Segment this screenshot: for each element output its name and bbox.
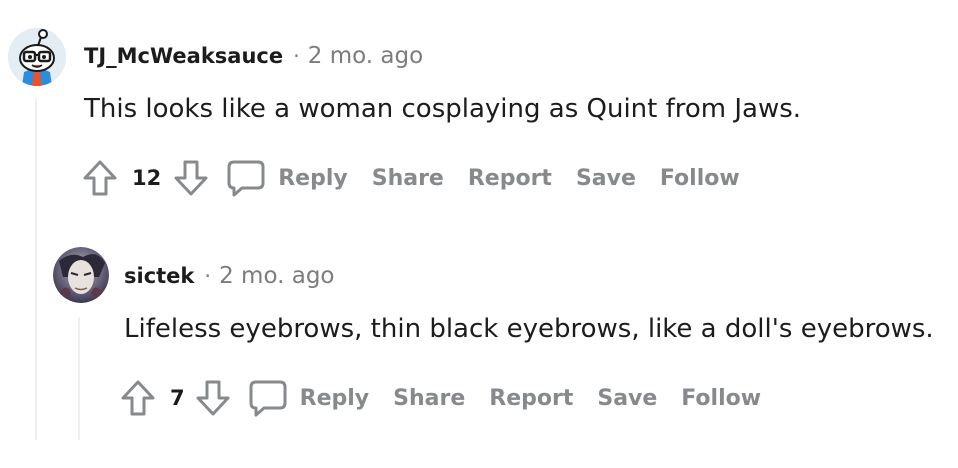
comment-bubble-icon[interactable] xyxy=(247,377,289,419)
avatar[interactable] xyxy=(53,247,109,303)
reply-button[interactable]: Reply xyxy=(278,166,348,191)
downvote-icon[interactable] xyxy=(171,158,211,198)
comment-actions: 12 Reply Share Report Save Follow xyxy=(80,156,740,200)
separator-dot: · xyxy=(293,44,300,68)
user-avatar-icon xyxy=(53,247,109,303)
timestamp[interactable]: 2 mo. ago xyxy=(308,43,423,69)
avatar[interactable] xyxy=(8,28,66,86)
follow-button[interactable]: Follow xyxy=(681,386,761,411)
save-button[interactable]: Save xyxy=(576,166,636,191)
save-button[interactable]: Save xyxy=(597,386,657,411)
timestamp[interactable]: 2 mo. ago xyxy=(219,263,334,289)
share-button[interactable]: Share xyxy=(372,166,444,191)
comment-bubble-icon[interactable] xyxy=(225,157,267,199)
username[interactable]: sictek xyxy=(124,264,194,288)
thread-line-reply[interactable] xyxy=(78,318,80,440)
comment-body: This looks like a woman cosplaying as Qu… xyxy=(84,94,802,124)
share-button[interactable]: Share xyxy=(393,386,465,411)
thread-line[interactable] xyxy=(35,98,37,440)
upvote-icon[interactable] xyxy=(80,158,120,198)
follow-button[interactable]: Follow xyxy=(660,166,740,191)
separator-dot: · xyxy=(204,264,212,288)
comment-header: TJ_McWeaksauce · 2 mo. ago xyxy=(84,43,423,69)
comment-header: sictek · 2 mo. ago xyxy=(124,263,335,289)
vote-count: 7 xyxy=(170,386,185,410)
username[interactable]: TJ_McWeaksauce xyxy=(84,44,283,68)
reply-button[interactable]: Reply xyxy=(300,386,370,411)
report-button[interactable]: Report xyxy=(468,166,552,191)
snoo-avatar-icon xyxy=(8,28,66,86)
vote-count: 12 xyxy=(132,166,162,190)
comment-body: Lifeless eyebrows, thin black eyebrows, … xyxy=(124,314,934,344)
downvote-icon[interactable] xyxy=(193,378,233,418)
report-button[interactable]: Report xyxy=(489,386,573,411)
comment-actions: 7 Reply Share Report Save Follow xyxy=(118,376,761,420)
upvote-icon[interactable] xyxy=(118,378,158,418)
